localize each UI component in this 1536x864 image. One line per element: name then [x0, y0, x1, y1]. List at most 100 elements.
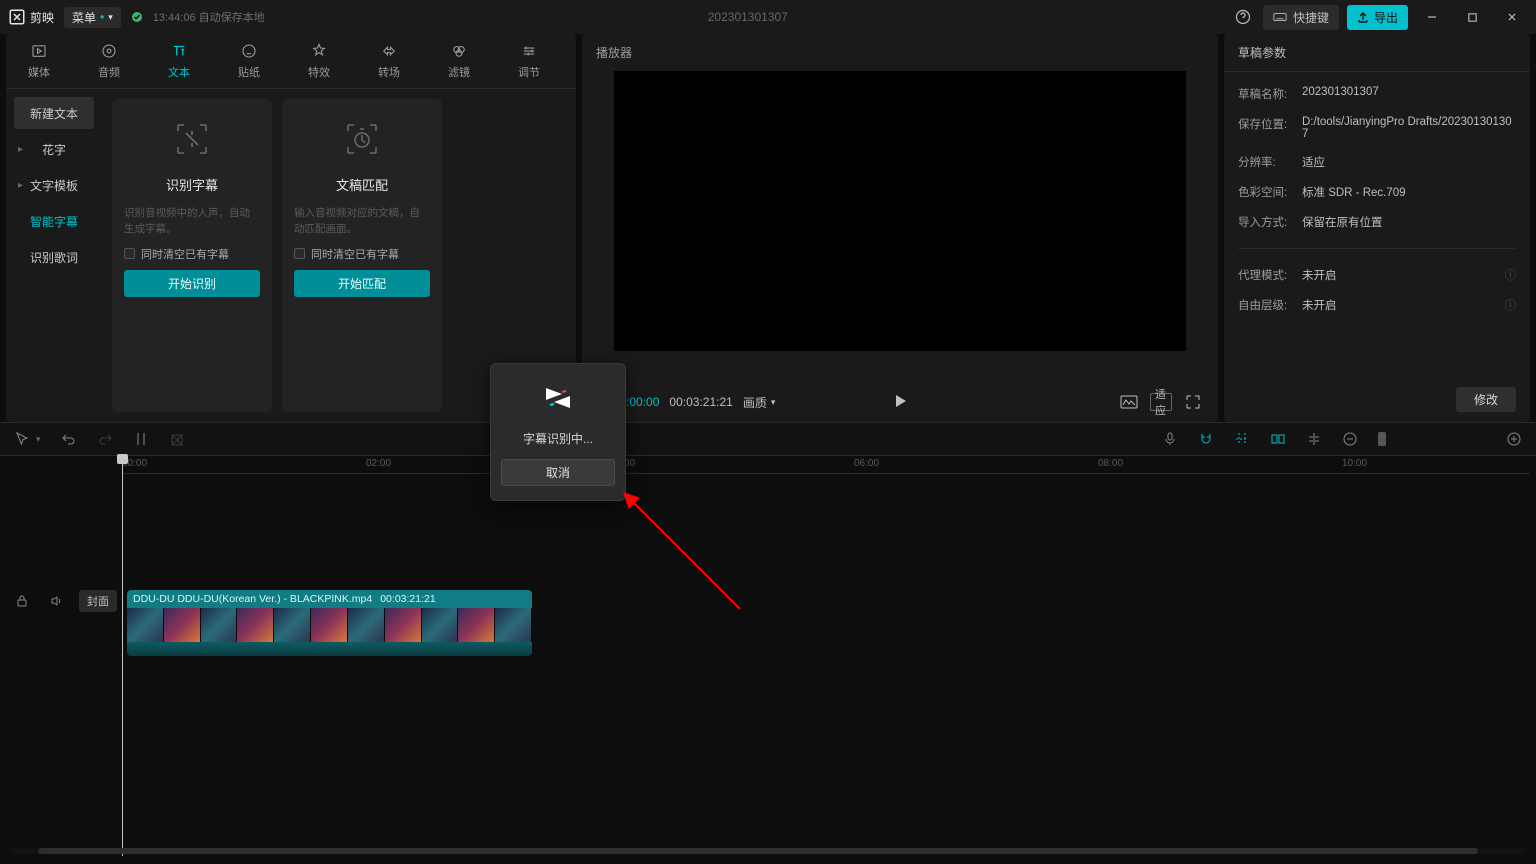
compare-icon	[1120, 395, 1138, 409]
draft-proxy-label: 代理模式:	[1238, 267, 1302, 283]
draft-free-value: 未开启	[1302, 297, 1501, 313]
transition-icon	[380, 42, 398, 60]
close-icon	[1506, 11, 1518, 23]
chevron-down-icon[interactable]: ▾	[36, 434, 41, 445]
draft-res-label: 分辨率:	[1238, 154, 1302, 170]
split-icon	[133, 431, 149, 447]
tab-label: 滤镜	[448, 64, 470, 80]
tab-label: 文本	[168, 64, 190, 80]
tab-sticker[interactable]: 贴纸	[224, 34, 274, 88]
player-viewport[interactable]	[582, 71, 1218, 382]
link-icon	[1234, 431, 1250, 447]
effect-icon	[310, 42, 328, 60]
playhead[interactable]	[122, 456, 123, 856]
sidebar-flower[interactable]: ▸花字	[14, 133, 94, 165]
tab-audio[interactable]: 音频	[84, 34, 134, 88]
tab-media[interactable]: 媒体	[14, 34, 64, 88]
shortcut-button[interactable]: 快捷键	[1263, 5, 1339, 30]
tab-filter[interactable]: 滤镜	[434, 34, 484, 88]
sidebar-new-text[interactable]: 新建文本	[14, 97, 94, 129]
modify-button[interactable]: 修改	[1456, 387, 1516, 412]
chevron-right-icon: ▸	[18, 144, 23, 155]
sidebar-lyric[interactable]: 识别歌词	[14, 241, 94, 273]
subtitle-icon	[168, 115, 216, 163]
checkbox[interactable]	[124, 248, 135, 259]
start-recognize-button[interactable]: 开始识别	[124, 270, 260, 297]
app-logo-icon	[538, 378, 578, 418]
tab-transition[interactable]: 转场	[364, 34, 414, 88]
quality-label: 画质	[743, 394, 767, 411]
ruler-tick: 06:00	[854, 458, 879, 469]
info-icon[interactable]: ⓘ	[1505, 267, 1517, 283]
speaker-icon	[49, 594, 63, 608]
tab-label: 贴纸	[238, 64, 260, 80]
minimize-button[interactable]	[1416, 2, 1448, 32]
close-button[interactable]	[1496, 2, 1528, 32]
horizontal-scrollbar[interactable]	[10, 848, 1526, 854]
redo-button[interactable]	[97, 431, 113, 447]
maximize-button[interactable]	[1456, 2, 1488, 32]
card-title: 识别字幕	[124, 175, 260, 194]
modal-cancel-button[interactable]: 取消	[501, 459, 615, 486]
sidebar-template[interactable]: ▸ 文字模板	[14, 169, 94, 201]
card-checkbox-row[interactable]: 同时清空已有字幕	[124, 246, 260, 262]
track-mute-button[interactable]	[45, 590, 67, 612]
align-icon	[1306, 431, 1322, 447]
draft-loc-value: D:/tools/JianyingPro Drafts/202301301307	[1302, 116, 1516, 140]
cover-button[interactable]: 封面	[79, 590, 117, 612]
stopwatch-icon	[338, 115, 386, 163]
saved-indicator-icon	[131, 11, 143, 23]
delete-button[interactable]	[169, 431, 185, 447]
play-button[interactable]	[892, 393, 908, 412]
app-name: 剪映	[30, 9, 54, 26]
timeline-toolbar: ▾	[0, 422, 1536, 456]
zoom-in-button[interactable]	[1506, 431, 1522, 447]
tab-effect[interactable]: 特效	[294, 34, 344, 88]
track-lock-button[interactable]	[11, 590, 33, 612]
magnet-icon	[1198, 431, 1214, 447]
card-checkbox-row[interactable]: 同时清空已有字幕	[294, 246, 430, 262]
export-button[interactable]: 导出	[1347, 5, 1408, 30]
scrollbar-thumb[interactable]	[38, 848, 1478, 854]
compare-button[interactable]	[1118, 393, 1140, 411]
sidebar-item-label: 文字模板	[30, 177, 78, 194]
sticker-icon	[240, 42, 258, 60]
video-clip[interactable]: DDU-DU DDU-DU(Korean Ver.) - BLACKPINK.m…	[127, 590, 532, 656]
draft-proxy-value: 未开启	[1302, 267, 1501, 283]
card-recognize-subtitle: 识别字幕 识别音视频中的人声，自动生成字幕。 同时清空已有字幕 开始识别	[112, 99, 272, 412]
mic-button[interactable]	[1162, 431, 1178, 447]
menu-dropdown[interactable]: 菜单 • ▾	[64, 7, 121, 28]
link-button[interactable]	[1234, 431, 1250, 447]
minimize-icon	[1426, 11, 1438, 23]
sidebar-smart-subtitle[interactable]: 智能字幕	[14, 205, 94, 237]
split-button[interactable]	[133, 431, 149, 447]
checkbox[interactable]	[294, 248, 305, 259]
delete-icon	[169, 431, 185, 447]
magnet-button[interactable]	[1198, 431, 1214, 447]
help-button[interactable]	[1231, 5, 1255, 29]
quality-dropdown[interactable]: 画质▾	[743, 394, 776, 411]
align-button[interactable]	[1306, 431, 1322, 447]
logo-icon	[8, 8, 26, 26]
undo-button[interactable]	[61, 431, 77, 447]
tab-label: 媒体	[28, 64, 50, 80]
tab-adjust[interactable]: 调节	[504, 34, 554, 88]
track-header: 封面	[6, 590, 122, 612]
ruler[interactable]: 00:00 02:00 04:00 06:00 08:00 10:00	[122, 456, 1530, 474]
draft-loc-label: 保存位置:	[1238, 116, 1302, 140]
chevron-right-icon: ▸	[18, 180, 23, 191]
ratio-button[interactable]: 适应	[1150, 393, 1172, 411]
tab-label: 调节	[518, 64, 540, 80]
export-icon	[1357, 11, 1369, 23]
fullscreen-button[interactable]	[1182, 393, 1204, 411]
category-tabs: 媒体 音频 文本 贴纸 特效 转场 滤镜 调节	[6, 34, 576, 89]
zoom-slider[interactable]	[1378, 432, 1386, 446]
tab-text[interactable]: 文本	[154, 34, 204, 88]
cards-row: 识别字幕 识别音视频中的人声，自动生成字幕。 同时清空已有字幕 开始识别 文稿匹…	[102, 89, 452, 422]
zoom-out-button[interactable]	[1342, 431, 1358, 447]
select-tool[interactable]	[14, 431, 30, 447]
preview-button[interactable]	[1270, 431, 1286, 447]
info-icon[interactable]: ⓘ	[1505, 297, 1517, 313]
timeline-area[interactable]: 00:00 02:00 04:00 06:00 08:00 10:00 封面 D…	[0, 456, 1536, 856]
start-match-button[interactable]: 开始匹配	[294, 270, 430, 297]
